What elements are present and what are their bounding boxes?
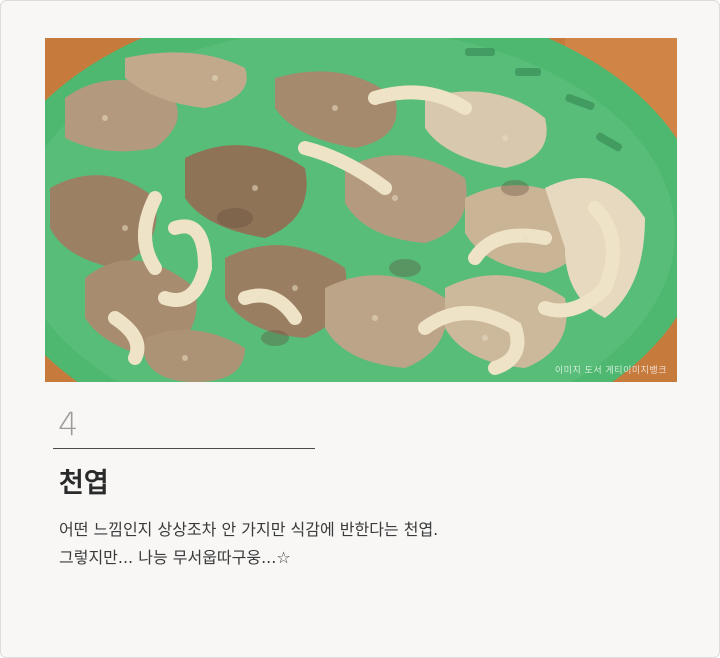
divider (53, 448, 315, 449)
description-line: 어떤 느낌인지 상상조차 안 가지만 식감에 반한다는 천엽. (59, 520, 439, 539)
tripe-on-plate-image (45, 38, 677, 382)
item-title: 천엽 (59, 468, 109, 499)
card: 이미지 도서 게티이미지뱅크 4 천엽 어떤 느낌인지 상상조차 안 가지만 식… (0, 0, 720, 658)
description-line: 그렇지만... 나능 무서웁따구웅...☆ (59, 548, 291, 567)
photo-credit: 이미지 도서 게티이미지뱅크 (554, 366, 667, 376)
item-description: 어떤 느낌인지 상상조차 안 가지만 식감에 반한다는 천엽. 그렇지만... … (59, 516, 438, 572)
item-number: 4 (58, 405, 79, 443)
food-photo: 이미지 도서 게티이미지뱅크 (45, 38, 677, 382)
